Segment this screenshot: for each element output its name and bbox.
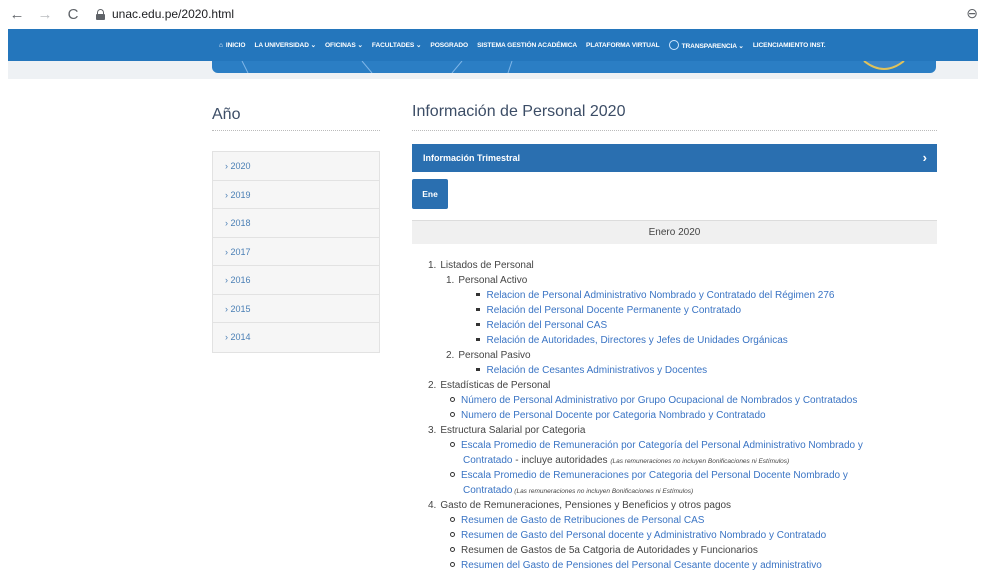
nav-item-oficinas[interactable]: OFICINAS ⌄ xyxy=(325,41,363,49)
back-arrow-icon[interactable]: ← xyxy=(6,6,28,23)
nav-item-facultades[interactable]: FACULTADES ⌄ xyxy=(372,41,422,49)
bullet-icon xyxy=(450,412,455,417)
nav-item-plataforma-virtual[interactable]: PLATAFORMA VIRTUAL xyxy=(586,42,660,49)
url-text: unac.edu.pe/2020.html xyxy=(112,7,235,21)
page-title: Información de Personal 2020 xyxy=(412,103,626,120)
address-bar[interactable]: unac.edu.pe/2020.html xyxy=(96,5,234,23)
year-item-2018[interactable]: › 2018 xyxy=(213,209,379,238)
year-item-2017[interactable]: › 2017 xyxy=(213,237,379,266)
document-link[interactable]: Resumen de Gasto de Retribuciones de Per… xyxy=(461,515,704,526)
bullet-icon xyxy=(450,517,455,522)
bullet-icon xyxy=(450,547,455,552)
bullet-icon xyxy=(450,472,455,477)
banner-decoration xyxy=(241,61,905,73)
bullet-icon xyxy=(476,367,480,371)
document-link[interactable]: Relación de Cesantes Administrativos y D… xyxy=(487,365,708,376)
list-item: Relación de Autoridades, Directores y Je… xyxy=(428,333,938,348)
forward-arrow-icon[interactable]: → xyxy=(34,6,56,23)
reload-icon[interactable]: C xyxy=(62,6,84,23)
year-item-2014[interactable]: › 2014 xyxy=(213,323,379,352)
home-icon: ⌂ xyxy=(219,41,223,49)
divider xyxy=(412,130,937,131)
document-link[interactable]: Relación de Autoridades, Directores y Je… xyxy=(487,335,788,346)
year-list: › 2020 › 2019 › 2018 › 2017 › 2016 › 201… xyxy=(212,151,380,353)
list-item: Escala Promedio de Remuneración por Cate… xyxy=(428,438,938,453)
bullet-icon xyxy=(450,562,455,567)
list-item: 2. Estadísticas de Personal xyxy=(428,380,551,391)
year-item-2015[interactable]: › 2015 xyxy=(213,294,379,323)
list-item: Contratado - incluye autoridades (Las re… xyxy=(463,455,790,466)
bullet-icon xyxy=(476,322,480,326)
list-item: Escala Promedio de Remuneraciones por Ca… xyxy=(428,468,938,483)
list-item: Resumen de Gastos de 5a Catgoria de Auto… xyxy=(428,543,938,558)
document-link[interactable]: Contratado xyxy=(463,485,512,496)
site-navigation: ⌂ INICIO LA UNIVERSIDAD ⌄ OFICINAS ⌄ FACU… xyxy=(8,29,978,61)
nav-item-gestion-academica[interactable]: SISTEMA GESTIÓN ACADÉMICA xyxy=(477,42,577,49)
accordion-label: Información Trimestral xyxy=(423,153,521,163)
nav-item-transparencia[interactable]: TRANSPARENCIA ⌄ xyxy=(668,40,744,50)
bullet-icon xyxy=(450,442,455,447)
bullet-icon xyxy=(476,292,480,296)
year-item-2020[interactable]: › 2020 xyxy=(213,152,379,181)
list-item: Resumen de Gasto del Personal docente y … xyxy=(428,528,938,543)
sidebar-title: Año xyxy=(212,106,241,123)
bullet-icon xyxy=(450,397,455,402)
document-link[interactable]: Numero de Personal Docente por Categoria… xyxy=(461,410,766,421)
document-link[interactable]: Resumen del Gasto de Pensiones del Perso… xyxy=(461,560,822,571)
list-item: 1. Personal Activo xyxy=(446,275,528,286)
transparency-icon xyxy=(668,40,679,50)
footnote: (Las remuneraciones no incluyen Bonifica… xyxy=(610,458,790,465)
divider xyxy=(212,130,380,131)
document-link[interactable]: Contratado xyxy=(463,455,512,466)
list-item: Relación de Cesantes Administrativos y D… xyxy=(428,363,938,378)
list-item: 4. Gasto de Remuneraciones, Pensiones y B… xyxy=(428,500,732,511)
month-heading: Enero 2020 xyxy=(412,220,937,244)
document-link[interactable]: Escala Promedio de Remuneración por Cate… xyxy=(461,440,863,451)
document-link[interactable]: Escala Promedio de Remuneraciones por Ca… xyxy=(461,470,848,481)
year-item-2019[interactable]: › 2019 xyxy=(213,180,379,209)
list-item: Numero de Personal Docente por Categoria… xyxy=(428,408,938,423)
nav-item-posgrado[interactable]: POSGRADO xyxy=(430,42,468,49)
browser-toolbar: ← → C unac.edu.pe/2020.html ⊖ xyxy=(0,0,986,28)
list-item: Relacion de Personal Administrativo Nomb… xyxy=(428,288,938,303)
accordion-informacion-trimestral[interactable]: Información Trimestral › xyxy=(412,144,937,172)
nav-item-universidad[interactable]: LA UNIVERSIDAD ⌄ xyxy=(254,41,316,49)
footnote: (Las remuneraciones no incluyen Bonifica… xyxy=(512,488,694,495)
list-item: Número de Personal Administrativo por Gr… xyxy=(428,393,938,408)
list-item: Resumen del Gasto de Pensiones del Perso… xyxy=(428,558,938,573)
document-link[interactable]: Resumen de Gasto del Personal docente y … xyxy=(461,530,826,541)
document-list: 1. Listados de Personal 1. Personal Activo… xyxy=(428,258,938,573)
document-link[interactable]: Relación del Personal CAS xyxy=(487,320,608,331)
document-link[interactable]: Número de Personal Administrativo por Gr… xyxy=(461,395,857,406)
document-link[interactable]: Relación del Personal Docente Permanente… xyxy=(487,305,742,316)
zoom-icon[interactable]: ⊖ xyxy=(966,5,978,22)
lock-icon xyxy=(96,8,105,20)
list-item: 3. Estructura Salarial por Categoria xyxy=(428,425,586,436)
list-item: Relación del Personal Docente Permanente… xyxy=(428,303,938,318)
nav-item-licenciamiento[interactable]: LICENCIAMIENTO INST. xyxy=(753,42,826,49)
nav-item-inicio[interactable]: ⌂ INICIO xyxy=(219,41,246,49)
month-button-ene[interactable]: Ene xyxy=(412,179,448,209)
list-item: Contratado (Las remuneraciones no incluy… xyxy=(428,483,938,498)
document-link[interactable]: Relacion de Personal Administrativo Nomb… xyxy=(487,290,835,301)
bullet-icon xyxy=(476,337,480,341)
bullet-icon xyxy=(450,532,455,537)
list-item: Relación del Personal CAS xyxy=(428,318,938,333)
year-item-2016[interactable]: › 2016 xyxy=(213,266,379,295)
header-banner xyxy=(212,61,936,73)
chevron-right-icon: › xyxy=(922,150,927,165)
list-item: 2. Personal Pasivo xyxy=(446,350,531,361)
bullet-icon xyxy=(476,307,480,311)
list-item: Resumen de Gasto de Retribuciones de Per… xyxy=(428,513,938,528)
list-item: 1. Listados de Personal xyxy=(428,260,534,271)
